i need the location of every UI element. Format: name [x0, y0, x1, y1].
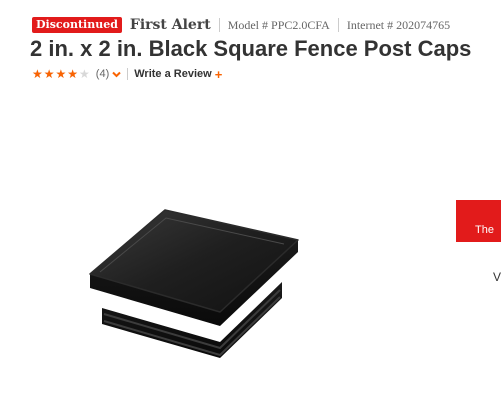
side-panel-text: V [493, 270, 501, 284]
brand-link[interactable]: First Alert [130, 17, 211, 33]
rating-row: ★★★★★ ★★★★★ (4) Write a Review + [32, 66, 222, 82]
divider [337, 18, 339, 32]
internet-number: Internet # 202074765 [346, 17, 451, 32]
status-badge: Discontinued [32, 17, 122, 33]
product-page: Discontinued First Alert Model # PPC2.0C… [0, 0, 501, 404]
page-title: 2 in. x 2 in. Black Square Fence Post Ca… [30, 36, 472, 61]
review-count[interactable]: (4) [96, 68, 109, 80]
promo-text: The [475, 224, 494, 236]
write-review-link[interactable]: Write a Review [134, 68, 211, 80]
star-rating-filled: ★★★★★ [32, 67, 80, 81]
divider [127, 68, 129, 80]
star-rating[interactable]: ★★★★★ ★★★★★ [32, 67, 91, 81]
chevron-down-icon[interactable] [112, 71, 121, 78]
model-number: Model # PPC2.0CFA [227, 17, 330, 32]
product-image[interactable] [70, 190, 320, 370]
promo-banner[interactable]: The [456, 200, 501, 242]
plus-icon[interactable]: + [215, 67, 223, 82]
divider [218, 18, 220, 32]
product-meta-row: Discontinued First Alert Model # PPC2.0C… [32, 16, 450, 34]
